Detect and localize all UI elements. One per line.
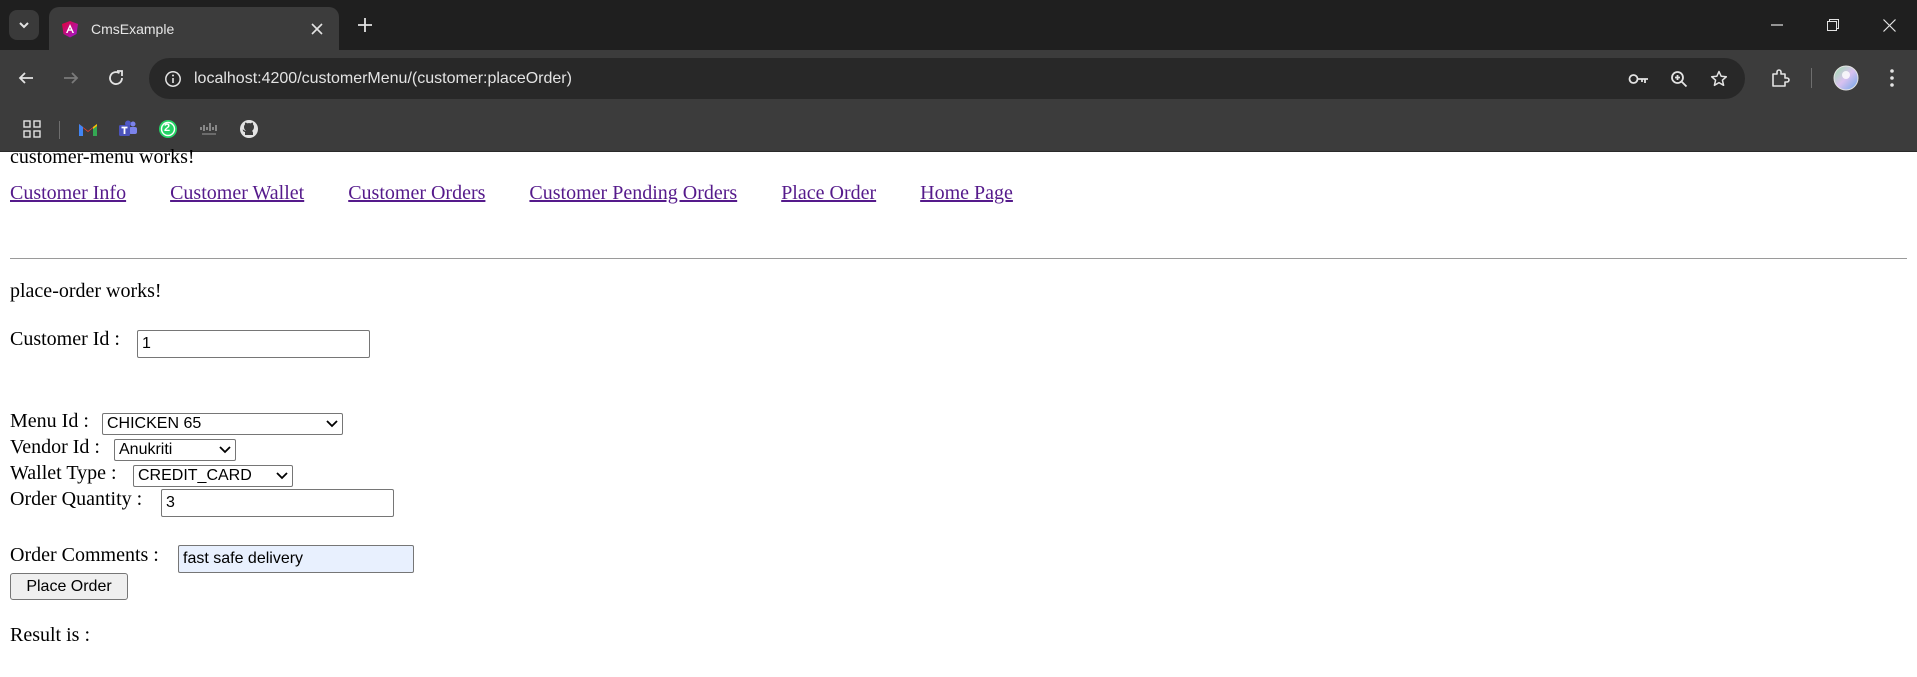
more-vertical-icon: [1890, 69, 1894, 87]
nav-link-home-page[interactable]: Home Page: [920, 182, 1013, 205]
customer-id-input[interactable]: [137, 330, 370, 358]
forward-button[interactable]: [57, 64, 85, 92]
tab-close-icon[interactable]: [305, 17, 329, 41]
address-bar[interactable]: localhost:4200/customerMenu/(customer:pl…: [149, 58, 1745, 99]
bookmarks-bar: 2: [0, 107, 1917, 152]
cisco-icon[interactable]: [198, 118, 220, 140]
chevron-down-icon: [219, 446, 231, 454]
vendor-id-selected: Anukriti: [119, 441, 173, 458]
vendor-id-select[interactable]: Anukriti: [114, 439, 236, 461]
back-button[interactable]: [12, 64, 40, 92]
avatar-icon: [1833, 65, 1859, 91]
whatsapp-icon[interactable]: 2: [157, 118, 179, 140]
nav-link-customer-pending-orders[interactable]: Customer Pending Orders: [529, 182, 737, 205]
chevron-down-icon: [326, 420, 338, 428]
profile-avatar[interactable]: [1830, 62, 1862, 94]
menu-id-selected: CHICKEN 65: [107, 415, 202, 432]
order-comments-input[interactable]: [178, 545, 414, 573]
toolbar-divider: [1811, 68, 1812, 88]
customer-nav: Customer Info Customer Wallet Customer O…: [10, 182, 1057, 205]
order-quantity-label: Order Quantity :: [10, 488, 143, 510]
password-key-icon[interactable]: [1619, 58, 1659, 99]
site-info-icon[interactable]: [163, 69, 183, 89]
teams-icon[interactable]: [117, 118, 139, 140]
whatsapp-badge: 2: [163, 122, 171, 134]
nav-link-customer-wallet[interactable]: Customer Wallet: [170, 182, 304, 205]
close-icon: [1882, 18, 1896, 32]
new-tab-button[interactable]: [352, 12, 378, 38]
back-arrow-icon: [18, 72, 33, 84]
minimize-icon: [1771, 24, 1783, 26]
forward-arrow-icon: [64, 72, 79, 84]
apps-icon[interactable]: [21, 118, 43, 140]
tab-search-button[interactable]: [9, 10, 39, 40]
customer-id-label: Customer Id :: [10, 328, 120, 350]
extensions-button[interactable]: [1764, 62, 1796, 94]
reload-button[interactable]: [102, 64, 130, 92]
chevron-down-icon: [19, 22, 29, 29]
gmail-icon[interactable]: [77, 118, 99, 140]
nav-link-place-order[interactable]: Place Order: [781, 182, 876, 205]
active-tab[interactable]: CmsExample: [49, 7, 339, 50]
horizontal-divider: [10, 258, 1907, 259]
menu-id-select[interactable]: CHICKEN 65: [102, 413, 343, 435]
github-icon[interactable]: [238, 118, 260, 140]
angular-favicon-icon: [62, 20, 78, 37]
bookmark-separator: [59, 121, 60, 139]
place-order-heading: place-order works!: [10, 280, 162, 302]
plus-icon: [358, 18, 372, 32]
window-controls: [1749, 0, 1917, 50]
chevron-down-icon: [276, 472, 288, 480]
browser-menu-button[interactable]: [1876, 62, 1908, 94]
tab-strip: CmsExample: [0, 0, 1917, 50]
place-order-button[interactable]: Place Order: [10, 573, 128, 600]
puzzle-piece-icon: [1772, 69, 1790, 87]
nav-link-customer-info[interactable]: Customer Info: [10, 182, 126, 205]
vendor-id-label: Vendor Id :: [10, 436, 100, 458]
wallet-type-select[interactable]: CREDIT_CARD: [133, 465, 293, 487]
restore-button[interactable]: [1805, 0, 1861, 50]
wallet-type-label: Wallet Type :: [10, 462, 117, 484]
url-text[interactable]: localhost:4200/customerMenu/(customer:pl…: [194, 70, 1619, 88]
reload-icon: [109, 70, 123, 85]
tab-title: CmsExample: [91, 20, 175, 37]
close-window-button[interactable]: [1861, 0, 1917, 50]
zoom-icon[interactable]: [1659, 58, 1699, 99]
menu-id-label: Menu Id :: [10, 410, 89, 432]
order-quantity-input[interactable]: [161, 489, 394, 517]
minimize-button[interactable]: [1749, 0, 1805, 50]
browser-toolbar: localhost:4200/customerMenu/(customer:pl…: [0, 50, 1917, 107]
customer-menu-heading: customer-menu works!: [10, 146, 195, 168]
bookmark-star-icon[interactable]: [1699, 58, 1739, 99]
restore-icon: [1827, 19, 1839, 31]
order-comments-label: Order Comments :: [10, 544, 159, 566]
nav-link-customer-orders[interactable]: Customer Orders: [348, 182, 485, 205]
result-label: Result is :: [10, 624, 91, 646]
wallet-type-selected: CREDIT_CARD: [138, 467, 252, 484]
